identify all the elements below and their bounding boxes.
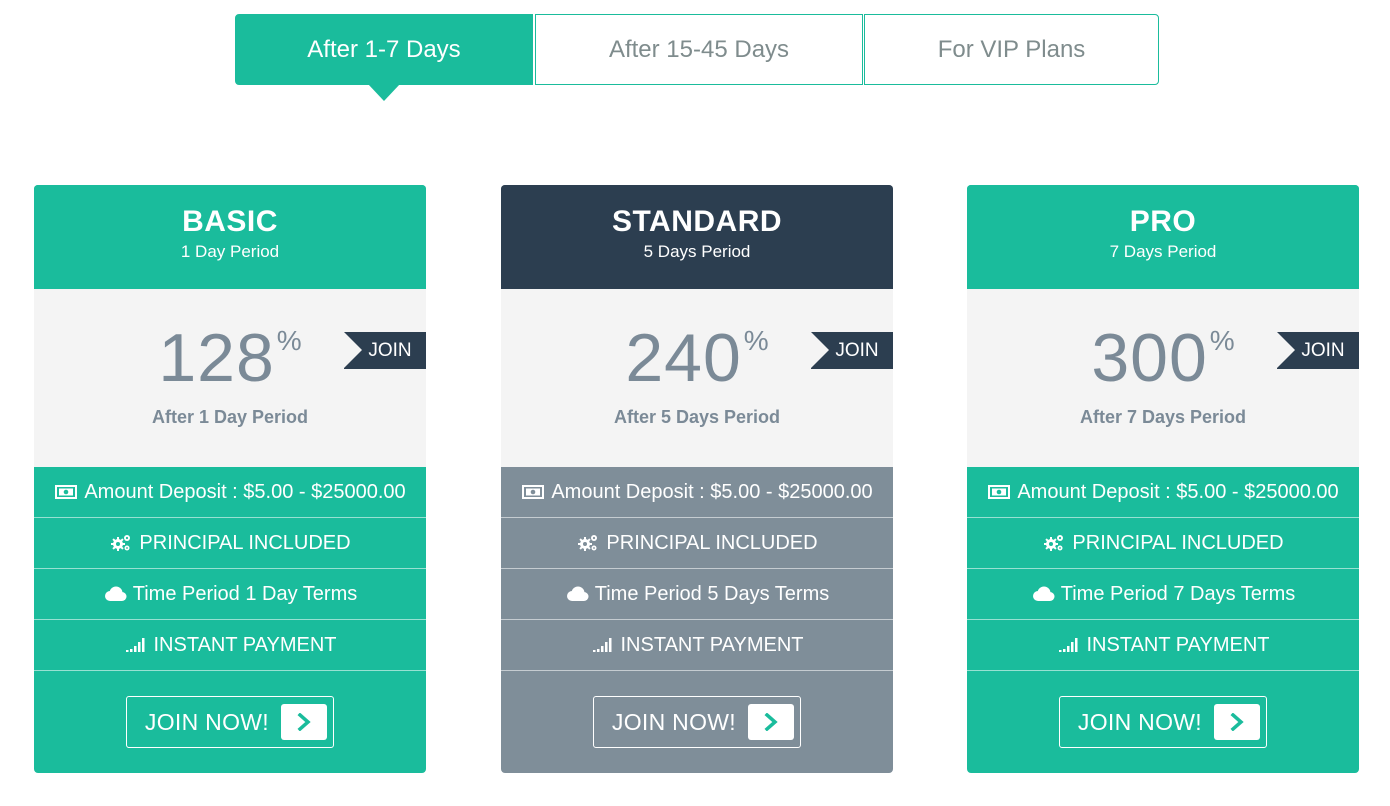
rate-unit: % [1209, 325, 1235, 356]
feature-principal: PRINCIPAL INCLUDED [34, 518, 426, 569]
plan-header: BASIC 1 Day Period [34, 185, 426, 289]
plan-rate-panel: 300% After 7 Days Period JOIN [967, 289, 1359, 467]
plan-rate-panel: 240% After 5 Days Period JOIN [501, 289, 893, 467]
feature-text: INSTANT PAYMENT [1086, 633, 1270, 656]
gears-icon [109, 533, 133, 553]
tab-after-1-7-days[interactable]: After 1-7 Days [235, 14, 533, 85]
plan-footer: JOIN NOW! [34, 671, 426, 773]
cloud-icon [1031, 584, 1055, 604]
chevron-right-icon [748, 704, 794, 740]
plan-card-pro: PRO 7 Days Period 300% After 7 Days Peri… [967, 185, 1359, 773]
feature-deposit: Amount Deposit : $5.00 - $25000.00 [501, 467, 893, 518]
plan-card-standard: STANDARD 5 Days Period 240% After 5 Days… [501, 185, 893, 773]
chevron-right-icon [1214, 704, 1260, 740]
feature-text: PRINCIPAL INCLUDED [139, 531, 351, 554]
feature-list: Amount Deposit : $5.00 - $25000.00 PRINC… [967, 467, 1359, 671]
gears-icon [576, 533, 600, 553]
tab-for-vip-plans[interactable]: For VIP Plans [864, 14, 1159, 85]
plan-footer: JOIN NOW! [501, 671, 893, 773]
feature-text: INSTANT PAYMENT [153, 633, 337, 656]
cloud-icon [103, 584, 127, 604]
feature-time-period: Time Period 7 Days Terms [967, 569, 1359, 620]
feature-text: INSTANT PAYMENT [620, 633, 804, 656]
feature-text: Amount Deposit : $5.00 - $25000.00 [551, 480, 873, 503]
feature-list: Amount Deposit : $5.00 - $25000.00 PRINC… [501, 467, 893, 671]
feature-text: Time Period 1 Day Terms [132, 582, 358, 605]
feature-text: Amount Deposit : $5.00 - $25000.00 [84, 480, 406, 503]
plan-header: PRO 7 Days Period [967, 185, 1359, 289]
money-icon [54, 482, 78, 502]
money-icon [521, 482, 545, 502]
tab-after-15-45-days[interactable]: After 15-45 Days [535, 14, 863, 85]
plan-name: PRO [1129, 205, 1197, 238]
join-now-button[interactable]: JOIN NOW! [1059, 696, 1267, 748]
feature-list: Amount Deposit : $5.00 - $25000.00 PRINC… [34, 467, 426, 671]
rate-caption: After 5 Days Period [613, 407, 781, 427]
gears-icon [1042, 533, 1066, 553]
feature-deposit: Amount Deposit : $5.00 - $25000.00 [967, 467, 1359, 518]
join-now-label: JOIN NOW! [1077, 708, 1202, 735]
plan-period: 5 Days Period [643, 242, 751, 261]
feature-principal: PRINCIPAL INCLUDED [501, 518, 893, 569]
feature-text: PRINCIPAL INCLUDED [606, 531, 818, 554]
rate-unit: % [276, 325, 302, 356]
rate-value: 300 [1091, 320, 1208, 396]
cloud-icon [565, 584, 589, 604]
signal-icon [591, 635, 615, 655]
feature-text: PRINCIPAL INCLUDED [1072, 531, 1284, 554]
join-now-label: JOIN NOW! [144, 708, 269, 735]
join-ribbon[interactable]: JOIN [344, 332, 426, 369]
money-icon [987, 482, 1011, 502]
rate-caption: After 7 Days Period [1079, 407, 1247, 427]
rate-value: 240 [625, 320, 742, 396]
active-tab-pointer [368, 84, 400, 101]
feature-text: Time Period 5 Days Terms [594, 582, 830, 605]
feature-payment: INSTANT PAYMENT [501, 620, 893, 671]
join-now-button[interactable]: JOIN NOW! [126, 696, 334, 748]
feature-text: Amount Deposit : $5.00 - $25000.00 [1017, 480, 1339, 503]
plan-name: BASIC [182, 205, 278, 238]
plan-header: STANDARD 5 Days Period [501, 185, 893, 289]
signal-icon [124, 635, 148, 655]
join-now-button[interactable]: JOIN NOW! [593, 696, 801, 748]
feature-text: Time Period 7 Days Terms [1060, 582, 1296, 605]
feature-payment: INSTANT PAYMENT [34, 620, 426, 671]
plan-name: STANDARD [611, 205, 783, 238]
feature-payment: INSTANT PAYMENT [967, 620, 1359, 671]
signal-icon [1057, 635, 1081, 655]
feature-principal: PRINCIPAL INCLUDED [967, 518, 1359, 569]
chevron-right-icon [281, 704, 327, 740]
rate-unit: % [743, 325, 769, 356]
plan-rate-panel: 128% After 1 Day Period JOIN [34, 289, 426, 467]
join-ribbon[interactable]: JOIN [1277, 332, 1359, 369]
plan-footer: JOIN NOW! [967, 671, 1359, 773]
rate-caption: After 1 Day Period [151, 407, 309, 427]
rate-value: 128 [158, 320, 275, 396]
plan-period: 1 Day Period [180, 242, 280, 261]
feature-time-period: Time Period 5 Days Terms [501, 569, 893, 620]
join-ribbon[interactable]: JOIN [811, 332, 893, 369]
plan-card-basic: BASIC 1 Day Period 128% After 1 Day Peri… [34, 185, 426, 773]
feature-deposit: Amount Deposit : $5.00 - $25000.00 [34, 467, 426, 518]
feature-time-period: Time Period 1 Day Terms [34, 569, 426, 620]
join-now-label: JOIN NOW! [611, 708, 736, 735]
plan-period: 7 Days Period [1109, 242, 1217, 261]
